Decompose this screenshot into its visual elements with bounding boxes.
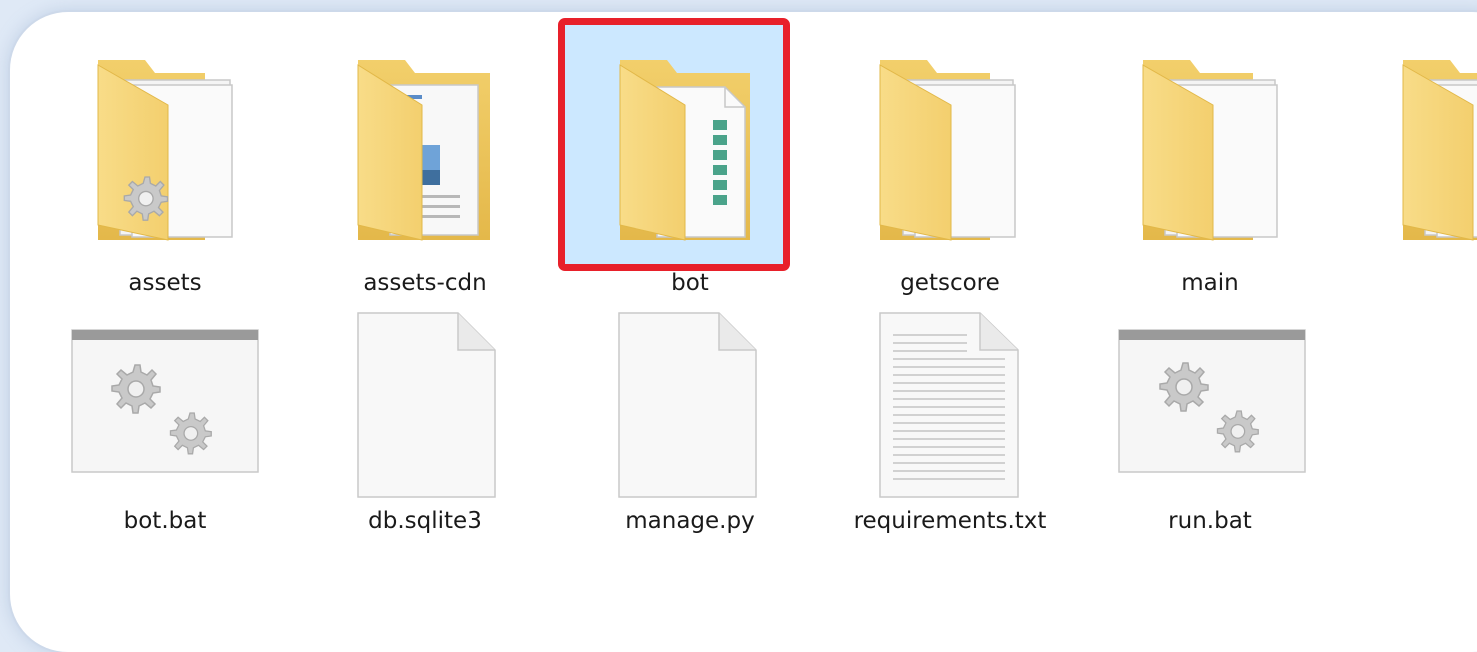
item-label: assets	[128, 270, 202, 296]
file-item-db-sqlite3[interactable]: db.sqlite3	[310, 305, 540, 535]
file-item-manage-py[interactable]: manage.py	[575, 305, 805, 535]
item-label: manage.py	[625, 508, 755, 534]
folder-item-assets[interactable]: assets	[50, 25, 280, 296]
item-label: main	[1181, 270, 1239, 296]
blank-file-icon	[357, 312, 496, 498]
item-label: bot	[671, 270, 709, 296]
folder-icon	[619, 60, 750, 241]
blank-file-icon	[618, 312, 757, 498]
item-label: requirements.txt	[853, 508, 1047, 534]
folder-item-assets-cdn[interactable]: assets-cdn	[310, 25, 540, 296]
batch-file-icon	[1118, 329, 1306, 473]
folder-icon	[357, 60, 490, 241]
folder-icon	[97, 60, 233, 241]
item-label: assets-cdn	[363, 270, 487, 296]
folder-icon	[1142, 60, 1278, 241]
item-label: bot.bat	[123, 508, 207, 534]
folder-icon	[879, 60, 1016, 241]
item-label: getscore	[900, 270, 1000, 296]
batch-file-icon	[71, 329, 259, 473]
text-file-icon	[879, 312, 1019, 498]
folder-item-bot[interactable]: bot	[575, 25, 805, 296]
folder-item-pa[interactable]: pa	[1355, 25, 1477, 255]
item-label: db.sqlite3	[368, 508, 482, 534]
folder-icon	[1402, 60, 1477, 241]
file-item-bot-bat[interactable]: bot.bat	[50, 305, 280, 535]
file-item-run-bat[interactable]: run.bat	[1095, 305, 1325, 535]
folder-item-main[interactable]: main	[1095, 25, 1325, 296]
item-label: run.bat	[1168, 508, 1252, 534]
folder-item-getscore[interactable]: getscore	[835, 25, 1065, 296]
file-item-requirements-txt[interactable]: requirements.txt	[835, 305, 1065, 535]
